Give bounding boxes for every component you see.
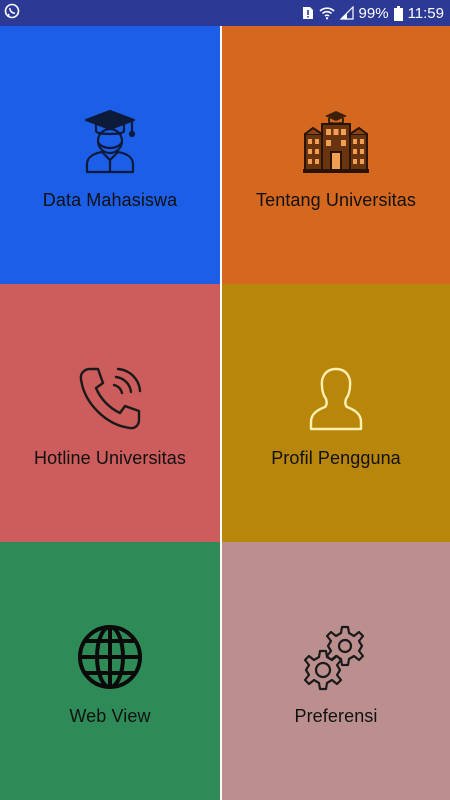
sim-alert-icon <box>302 6 314 20</box>
status-left <box>4 3 20 24</box>
status-time: 11:59 <box>407 4 444 22</box>
phone-call-icon <box>75 364 145 434</box>
tile-label: Preferensi <box>294 705 378 726</box>
whatsapp-icon <box>4 3 20 24</box>
globe-icon <box>75 622 145 692</box>
menu-tile-profil-pengguna[interactable]: Profil Pengguna <box>222 284 450 542</box>
tile-label: Hotline Universitas <box>34 447 186 468</box>
menu-tile-tentang-universitas[interactable]: Tentang Universitas <box>222 26 450 284</box>
gears-icon <box>301 622 371 692</box>
signal-icon <box>339 6 354 20</box>
tile-label: Data Mahasiswa <box>42 189 178 210</box>
menu-tile-preferensi[interactable]: Preferensi <box>222 542 450 800</box>
main-menu-grid: Data Mahasiswa Tentang Universitas Hotli… <box>0 26 450 800</box>
menu-tile-web-view[interactable]: Web View <box>0 542 220 800</box>
battery-percent: 99% <box>358 4 389 22</box>
tile-label: Profil Pengguna <box>271 447 401 468</box>
status-right: 99% 11:59 <box>302 5 444 22</box>
menu-tile-hotline-universitas[interactable]: Hotline Universitas <box>0 284 220 542</box>
user-profile-icon <box>301 364 371 434</box>
menu-tile-data-mahasiswa[interactable]: Data Mahasiswa <box>0 26 220 284</box>
battery-icon <box>393 5 403 21</box>
university-building-icon <box>301 106 371 176</box>
graduate-student-icon <box>75 106 145 176</box>
status-bar: 99% 11:59 <box>0 0 450 26</box>
tile-label: Tentang Universitas <box>256 189 416 210</box>
wifi-icon <box>318 6 335 20</box>
tile-label: Web View <box>69 705 151 726</box>
